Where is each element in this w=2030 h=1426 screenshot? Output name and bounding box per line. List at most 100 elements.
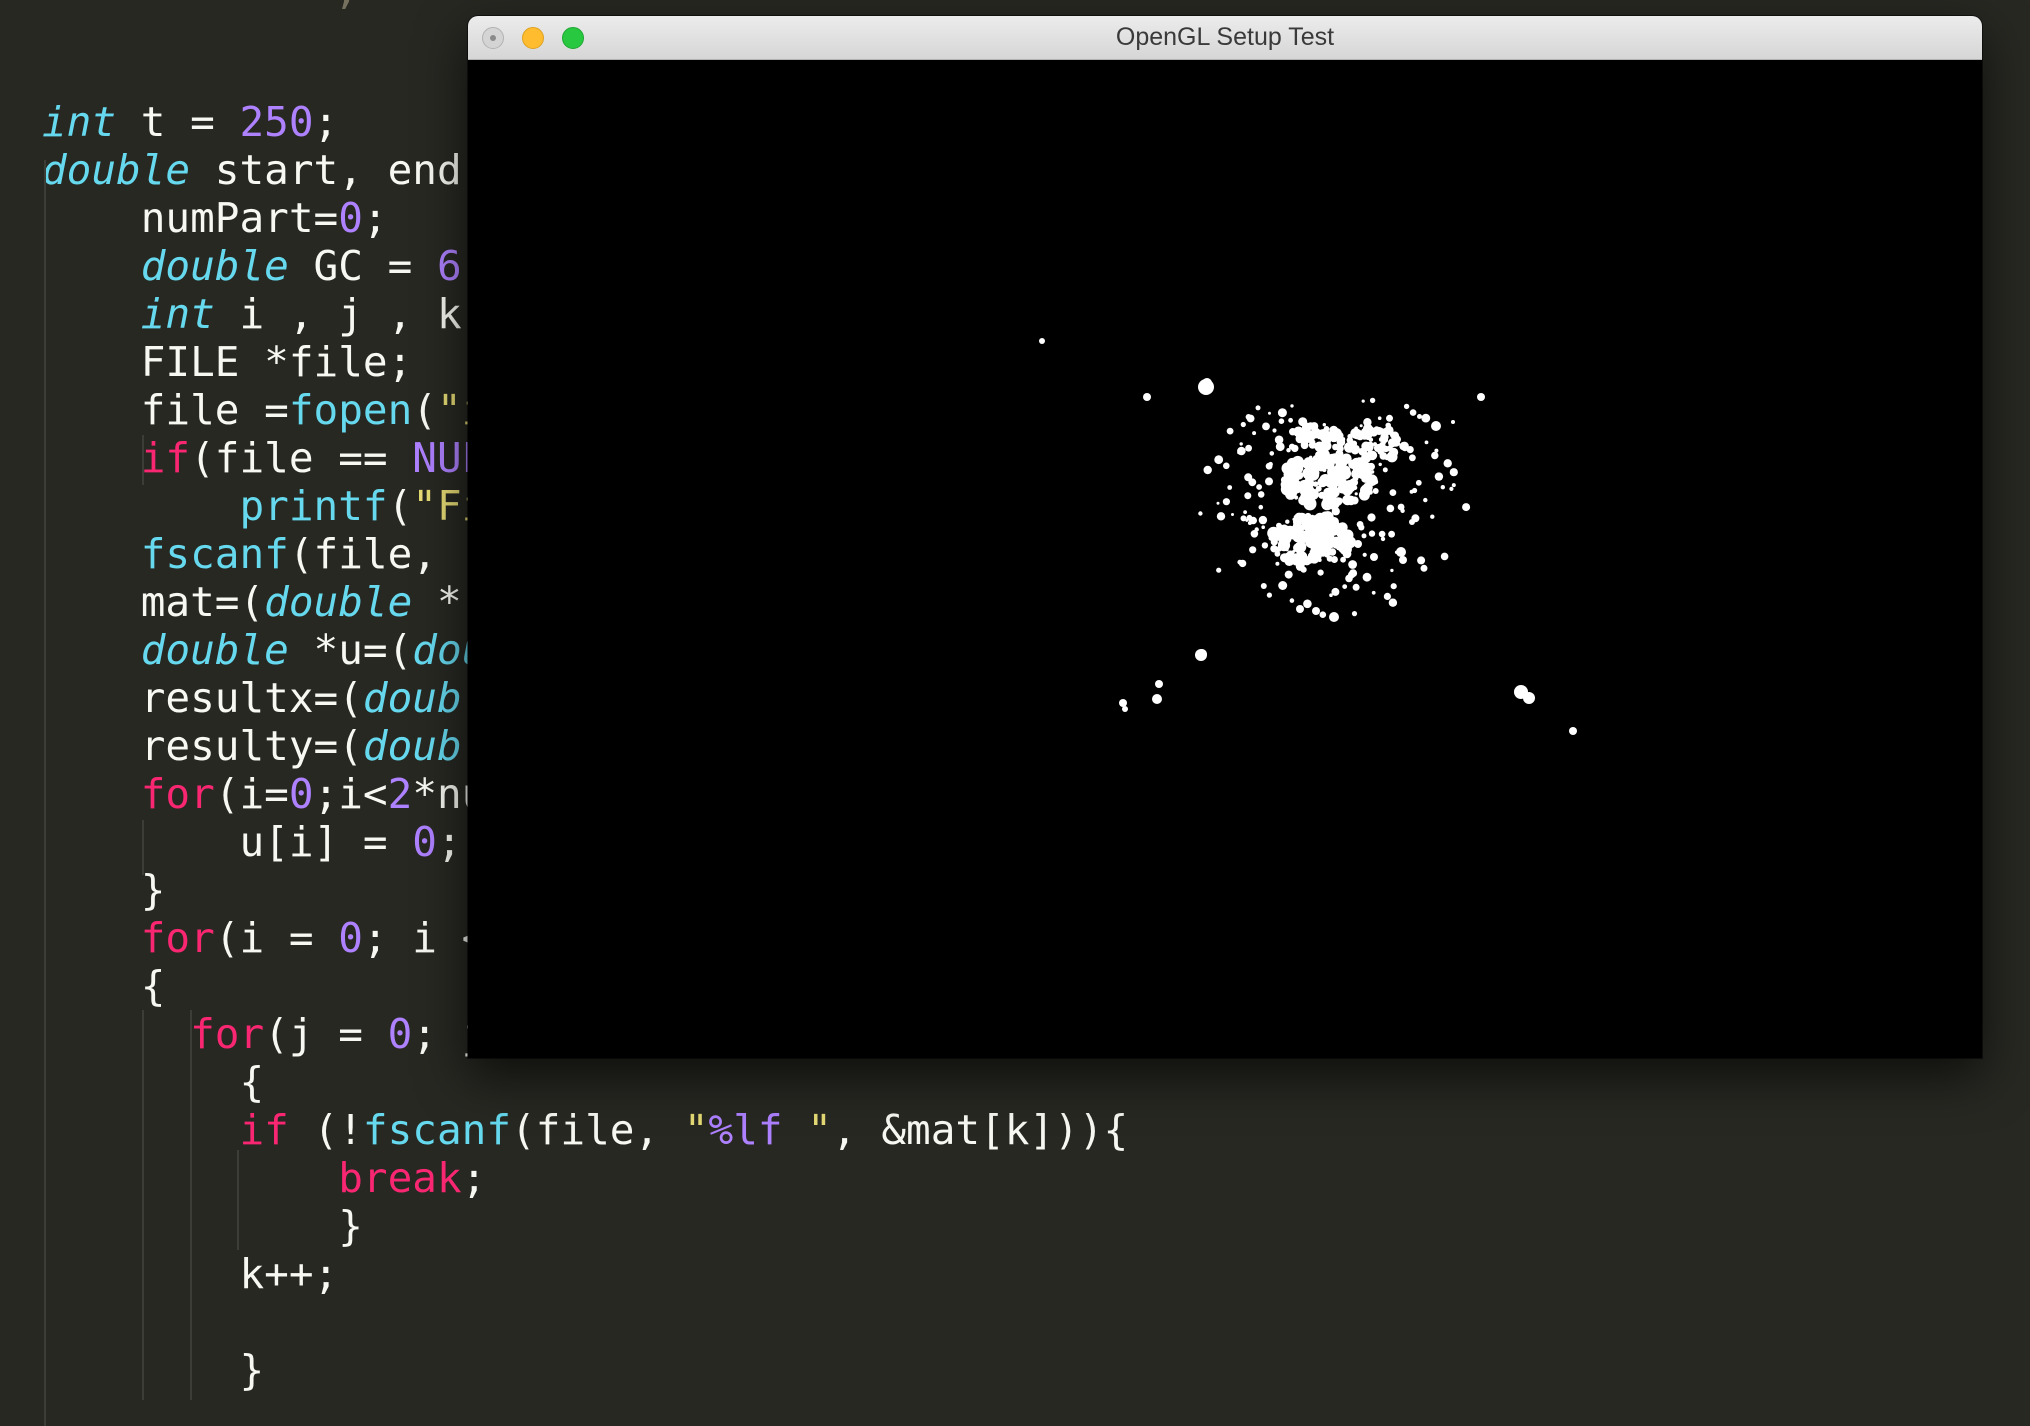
indent-guide bbox=[142, 820, 144, 875]
code-line: resulty=(doubl bbox=[42, 722, 487, 770]
particle bbox=[1246, 414, 1255, 423]
particle bbox=[1268, 461, 1273, 467]
particle-render bbox=[1039, 338, 1577, 735]
code-token: (file == bbox=[190, 434, 413, 482]
particle bbox=[1297, 551, 1308, 562]
particle bbox=[1423, 497, 1428, 503]
particle bbox=[1345, 574, 1353, 583]
particle bbox=[1420, 564, 1428, 572]
particle bbox=[1337, 477, 1347, 487]
particle bbox=[1346, 437, 1353, 444]
code-token: 250 bbox=[239, 98, 314, 146]
particle bbox=[1295, 562, 1305, 571]
code-line: } bbox=[42, 866, 166, 914]
particle bbox=[1319, 550, 1327, 557]
particle bbox=[1361, 427, 1370, 437]
code-token: ; bbox=[461, 1154, 487, 1202]
particle bbox=[1298, 432, 1303, 437]
code-token: int bbox=[42, 98, 117, 146]
code-token: break bbox=[338, 1154, 462, 1202]
particle bbox=[1378, 462, 1382, 467]
code-line: double *u=(dou bbox=[42, 626, 487, 674]
particle bbox=[1415, 479, 1422, 486]
particle bbox=[1294, 512, 1304, 523]
particle bbox=[1370, 553, 1378, 561]
particle bbox=[1286, 530, 1292, 535]
particle bbox=[1306, 432, 1316, 442]
particle bbox=[1365, 483, 1372, 490]
particle bbox=[1389, 489, 1397, 496]
particle bbox=[1424, 440, 1429, 445]
particle bbox=[1431, 421, 1441, 431]
code-token: fopen bbox=[288, 386, 413, 434]
code-token: if bbox=[239, 1106, 289, 1154]
particle bbox=[1346, 495, 1356, 506]
particle bbox=[1331, 507, 1340, 516]
code-token: 0 bbox=[288, 770, 314, 818]
code-token: } bbox=[42, 866, 166, 914]
particle bbox=[1216, 501, 1220, 505]
particle bbox=[1275, 561, 1280, 566]
indent-guide bbox=[142, 435, 144, 485]
particle bbox=[1367, 513, 1376, 522]
particle bbox=[1245, 444, 1252, 452]
particle bbox=[1285, 488, 1297, 500]
particle bbox=[1331, 587, 1340, 596]
particle bbox=[1336, 437, 1346, 447]
code-token: FILE *file; bbox=[42, 338, 413, 386]
particle bbox=[1361, 533, 1367, 539]
particle bbox=[1278, 418, 1285, 425]
particle bbox=[1288, 417, 1293, 423]
code-token: (i = bbox=[214, 914, 339, 962]
particle bbox=[1303, 479, 1308, 484]
particle bbox=[1354, 492, 1358, 496]
particle bbox=[1284, 570, 1293, 579]
code-token: double bbox=[264, 578, 413, 626]
particle bbox=[1342, 584, 1348, 589]
particle bbox=[1227, 485, 1233, 490]
indent-guide bbox=[142, 1010, 144, 1400]
gl-canvas[interactable] bbox=[468, 60, 1982, 1058]
particle bbox=[1290, 533, 1296, 540]
code-line: for(j = 0; j bbox=[42, 1010, 486, 1058]
particle bbox=[1318, 456, 1322, 461]
particle bbox=[1356, 521, 1364, 528]
particle bbox=[1231, 513, 1234, 516]
particle bbox=[1252, 431, 1257, 436]
code-line: { bbox=[42, 962, 166, 1010]
particle bbox=[1298, 484, 1303, 489]
particle bbox=[1348, 560, 1357, 569]
particle bbox=[1310, 514, 1315, 519]
particle bbox=[1258, 515, 1268, 525]
window-titlebar[interactable]: OpenGL Setup Test bbox=[468, 16, 1982, 60]
particle bbox=[1216, 512, 1226, 521]
particle bbox=[1373, 479, 1379, 485]
code-token: " bbox=[782, 1106, 832, 1154]
particle bbox=[1449, 486, 1454, 491]
code-line: } bbox=[42, 1202, 363, 1250]
code-token: printf bbox=[239, 482, 388, 530]
code-line: } bbox=[42, 1346, 264, 1394]
code-token: (file, bbox=[511, 1106, 684, 1154]
particle bbox=[1143, 393, 1151, 401]
particle bbox=[1289, 428, 1297, 436]
code-token: { bbox=[42, 962, 166, 1010]
particle bbox=[1400, 508, 1405, 513]
code-line: FILE *file; bbox=[42, 338, 413, 386]
particle bbox=[1298, 495, 1309, 506]
particle bbox=[1317, 477, 1328, 488]
particle bbox=[1372, 488, 1379, 494]
code-line: printf("Fi bbox=[42, 482, 486, 530]
particle bbox=[1367, 462, 1375, 471]
particle bbox=[1462, 503, 1471, 512]
particle bbox=[1322, 518, 1328, 524]
particle bbox=[1358, 469, 1365, 476]
particle bbox=[1353, 445, 1360, 451]
code-token: ( bbox=[412, 386, 437, 434]
code-token: GC = bbox=[288, 242, 437, 290]
code-line: if(file == NUL bbox=[42, 434, 487, 482]
particle bbox=[1523, 692, 1535, 704]
opengl-window[interactable]: OpenGL Setup Test bbox=[468, 16, 1982, 1058]
